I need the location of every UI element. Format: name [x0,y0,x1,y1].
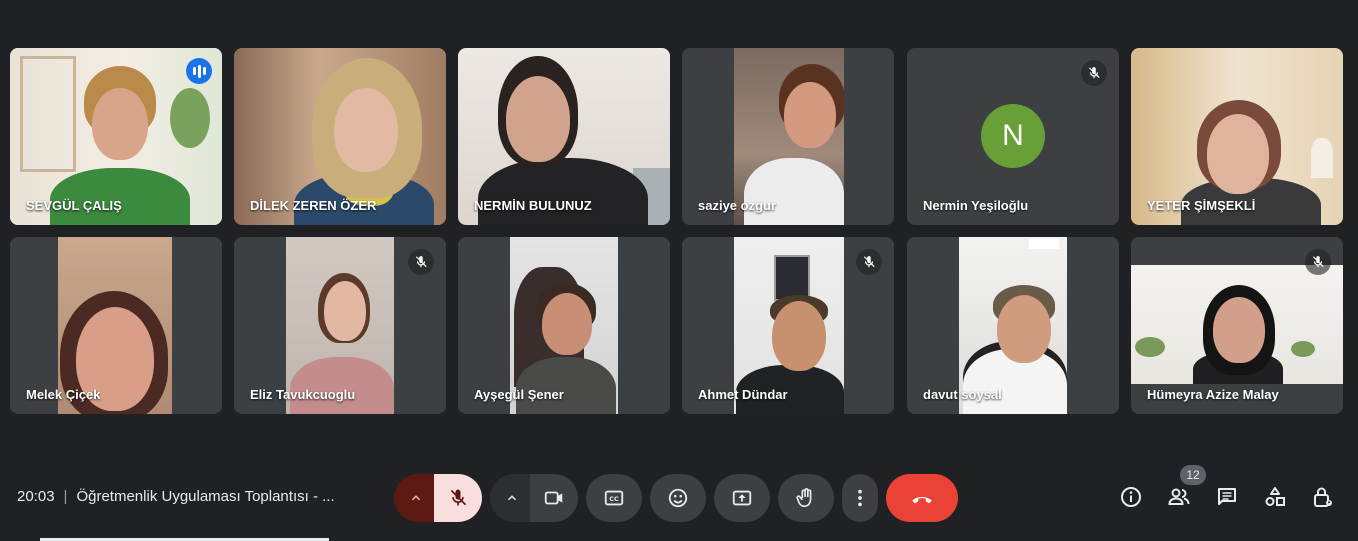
video-camera-icon [544,491,563,505]
people-icon [1168,488,1190,505]
mic-off-icon [450,489,467,506]
mic-toggle-button[interactable] [434,474,482,522]
info-icon [1121,487,1141,507]
participant-name: Hümeyra Azize Malay [1147,387,1279,402]
present-screen-button[interactable] [714,474,770,522]
meeting-info: 20:03 | Öğretmenlik Uygulaması Toplantısı … [17,488,335,505]
svg-text:CC: CC [609,495,619,503]
meeting-title: Öğretmenlik Uygulaması Toplantısı - ... [76,488,335,505]
mic-options-button[interactable] [394,474,438,522]
mic-off-icon [1081,60,1107,86]
participant-tile-9[interactable]: Ayşegül Şener [458,237,670,414]
participant-name: Ahmet Dündar [698,387,788,402]
reactions-button[interactable] [650,474,706,522]
participant-tile-11[interactable]: davut soysal [907,237,1119,414]
participant-tile-7[interactable]: Melek Çiçek [10,237,222,414]
closed-captions-icon: CC [604,490,624,506]
speaking-indicator-icon [186,58,212,84]
participant-name: Eliz Tavukcuoglu [250,387,356,402]
meeting-details-button[interactable] [1111,477,1151,517]
chevron-up-icon [411,495,421,501]
host-controls-button[interactable] [1303,477,1343,517]
participant-tile-12[interactable]: Hümeyra Azize Malay [1131,237,1343,414]
activities-button[interactable] [1255,477,1295,517]
camera-options-button[interactable] [490,474,534,522]
more-vert-icon [858,489,862,507]
participant-tile-5[interactable]: N Nermin Yeşiloğlu [907,48,1119,225]
mic-off-icon [856,249,882,275]
separator: | [63,488,68,505]
chevron-up-icon [507,495,517,501]
participant-name: Ayşegül Şener [474,387,564,402]
participant-video [1131,265,1343,384]
participant-name: DİLEK ZEREN ÖZER [250,198,377,213]
participant-name: davut soysal [923,387,1002,402]
participant-tile-2[interactable]: DİLEK ZEREN ÖZER [234,48,446,225]
emoji-icon [668,488,688,508]
participant-name: saziye ozgur [698,198,777,213]
chat-icon [1218,488,1236,505]
participant-name: Nermin Yeşiloğlu [923,198,1029,213]
participant-tile-6[interactable]: YETER ŞİMŞEKLİ [1131,48,1343,225]
meeting-time: 20:03 [17,488,55,505]
mic-off-icon [408,249,434,275]
participant-tile-3[interactable]: NERMİN BULUNUZ [458,48,670,225]
mic-off-icon [1305,249,1331,275]
raise-hand-button[interactable] [778,474,834,522]
participant-tile-4[interactable]: saziye ozgur [682,48,894,225]
lock-person-icon [1314,487,1332,507]
leave-call-button[interactable] [886,474,958,522]
participant-name: Melek Çiçek [26,387,101,402]
participant-tile-1[interactable]: SEVGÜL ÇALIŞ [10,48,222,225]
hand-icon [796,488,812,508]
shapes-icon [1265,487,1285,506]
participant-tile-10[interactable]: Ahmet Dündar [682,237,894,414]
captions-button[interactable]: CC [586,474,642,522]
participant-name: SEVGÜL ÇALIŞ [26,198,122,213]
avatar: N [981,104,1045,168]
participant-tile-8[interactable]: Eliz Tavukcuoglu [234,237,446,414]
participant-name: YETER ŞİMŞEKLİ [1147,198,1256,213]
more-options-button[interactable] [842,474,878,522]
end-call-icon [912,497,932,504]
people-button[interactable] [1159,477,1199,517]
chat-button[interactable] [1207,477,1247,517]
participant-name: NERMİN BULUNUZ [474,198,592,213]
camera-toggle-button[interactable] [530,474,578,522]
present-screen-icon [732,490,752,506]
